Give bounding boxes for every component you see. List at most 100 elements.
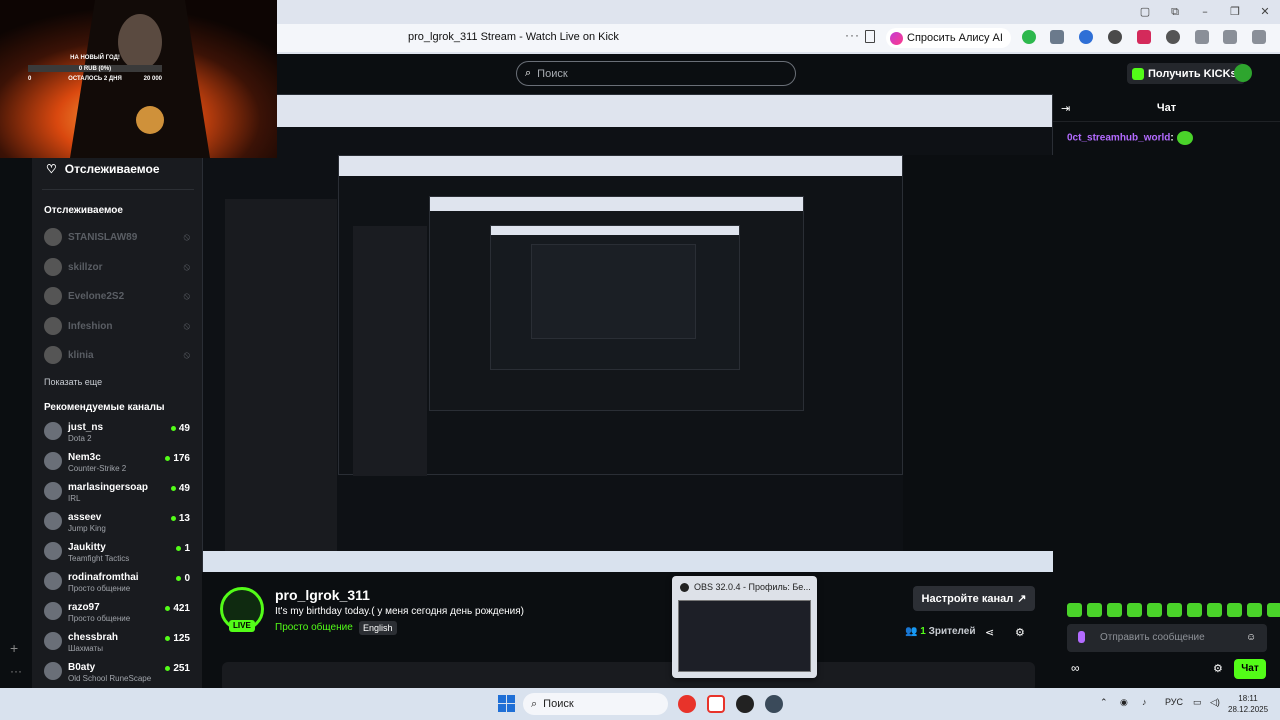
sidebar-following-item[interactable]: Infeshion ⦸ [44,314,194,340]
nested-sidebar [225,199,337,572]
sidebar-following-item[interactable]: skillzor ⦸ [44,255,194,281]
channel-name: just_ns [68,422,104,433]
viewer-count: 251 [165,663,190,674]
sidebar-recommended-item[interactable]: Nem3c Counter-Strike 2 176 [44,449,194,475]
extension-icon[interactable] [1022,30,1036,44]
streamer-name[interactable]: pro_lgrok_311 [275,587,370,603]
yandex-browser-icon[interactable] [707,695,725,713]
more-icon[interactable]: ··· [845,28,860,42]
get-kicks-button[interactable]: Получить KICKs [1127,63,1245,84]
emote-icon[interactable] [1147,603,1162,617]
emote-icon[interactable] [1267,603,1280,617]
language-indicator[interactable]: РУС [1165,697,1183,707]
emote-icon[interactable] [1127,603,1142,617]
sidebar-recommended-item[interactable]: razo97 Просто общение 421 [44,599,194,625]
nested-chrome-3 [430,197,803,211]
taskbar-search[interactable]: ⌕ Поиск [523,693,668,715]
nested-taskbar [203,551,1053,572]
sidebar-following-title[interactable]: ♡ Отслеживаемое [46,162,160,176]
minimize-button[interactable]: – [1190,4,1220,20]
sidebar-recommended-item[interactable]: marlasingersoap IRL 49 [44,479,194,505]
monitor-tray-icon[interactable]: ▭ [1193,697,1202,708]
extension-icon[interactable] [1079,30,1093,44]
following-header: Отслеживаемое [44,205,123,216]
sidebar-following-item[interactable]: STANISLAW89 ⦸ [44,225,194,251]
obs-icon[interactable] [736,695,754,713]
avatar [44,572,62,590]
emote-icon[interactable] [1087,603,1102,617]
user-avatar[interactable] [1234,64,1252,82]
search-input[interactable]: ⌕ Поиск [516,61,796,86]
window-controls: ▢ ⧉ – ❐ ✕ [1130,4,1280,20]
sidebar-following-item[interactable]: Evelone2S2 ⦸ [44,284,194,310]
yandex-icon[interactable] [678,695,696,713]
viewer-number: 421 [173,603,190,614]
user-settings-icon[interactable]: ⚙ [1015,626,1025,639]
sidebar-recommended-item[interactable]: B0aty Old School RuneScape 251 [44,659,194,685]
sidebar-recommended-item[interactable]: rodinafromthai Просто общение 0 [44,569,194,595]
sidebar-recommended-item[interactable]: Jaukitty Teamfight Tactics 1 [44,539,194,565]
emote-icon[interactable] [1247,603,1262,617]
chat-settings-icon[interactable]: ⚙ [1213,662,1223,675]
sidebar-recommended-item[interactable]: just_ns Dota 2 49 [44,419,194,445]
chat-send-button[interactable]: Чат [1234,659,1266,679]
sidebar-recommended-item[interactable]: asseev Jump King 13 [44,509,194,535]
screen: ▢ ⧉ – ❐ ✕ pro_lgrok_311 Stream - Watch L… [0,0,1280,720]
emote-icon[interactable] [1167,603,1182,617]
extension-icon[interactable] [1137,30,1151,44]
sidebar-icon[interactable]: ▢ [1130,4,1160,20]
channel-category: Просто общение [68,584,131,593]
alice-button[interactable]: Спросить Алису AI [886,28,1011,48]
network-tray-icon[interactable]: ◉ [1120,697,1128,708]
channel-settings-button[interactable]: Настройте канал ↗ [913,586,1035,611]
tray-chevron-icon[interactable]: ⌃ [1100,697,1108,708]
bookmark-icon[interactable] [865,30,875,43]
emote-icon[interactable] [1067,603,1082,617]
microphone-icon[interactable] [1078,631,1085,643]
restore-button[interactable]: ❐ [1220,4,1250,20]
extension-icon[interactable] [1108,30,1122,44]
extension-icon[interactable] [1223,30,1237,44]
avatar [44,287,62,305]
channel-name: rodinafromthai [68,572,139,583]
close-button[interactable]: ✕ [1250,4,1280,20]
bookmarks-icon[interactable]: ⧉ [1160,4,1190,20]
chat-input[interactable]: Отправить сообщение [1067,624,1267,652]
collapse-chat-icon[interactable]: ⇥ [1061,102,1070,115]
kick-logo-icon [1132,67,1144,80]
video-player[interactable] [202,94,1053,572]
viewer-count: 176 [165,453,190,464]
nested-chrome-2 [339,156,902,176]
share-icon[interactable]: ⋖ [985,626,994,639]
plus-icon[interactable]: + [10,640,18,656]
obs-taskbar-preview[interactable]: OBS 32.0.4 - Профиль: Бе... [672,576,817,678]
steam-icon[interactable] [765,695,783,713]
emote-icon[interactable] [1107,603,1122,617]
emote-icon[interactable] [1207,603,1222,617]
download-icon[interactable] [1252,30,1266,44]
chat-points-icon[interactable]: ∞ [1071,661,1080,675]
offline-icon: ⦸ [183,350,190,361]
emote-icon [1176,131,1193,145]
live-dot-icon [176,546,182,551]
show-more-link[interactable]: Показать еще [44,377,102,387]
windows-start-icon[interactable] [498,695,515,712]
address-bar[interactable]: pro_lgrok_311 Stream - Watch Live on Kic… [276,24,1280,52]
mic-tray-icon[interactable]: ♪ [1142,697,1147,707]
cast-icon[interactable] [1195,30,1209,44]
chat-username[interactable]: 0ct_streamhub_world [1067,133,1170,144]
avatar [44,257,62,276]
sidebar-recommended-item[interactable]: chessbrah Шахматы 125 [44,629,194,655]
emote-icon[interactable] [1187,603,1202,617]
emote-icon[interactable] [1227,603,1242,617]
more-options-icon[interactable]: ··· [10,664,22,678]
clock[interactable]: 18:11 28.12.2025 [1228,693,1268,715]
language-tag[interactable]: English [359,621,397,635]
viewer-number: 0 [184,573,190,584]
stream-category[interactable]: Просто общение [275,622,353,633]
extension-icon[interactable] [1166,30,1180,44]
sidebar-following-item[interactable]: klinia ⦸ [44,343,194,369]
extension-icon[interactable] [1050,30,1064,44]
volume-tray-icon[interactable]: ◁) [1210,697,1220,708]
emoji-icon[interactable]: ☺ [1246,632,1256,643]
